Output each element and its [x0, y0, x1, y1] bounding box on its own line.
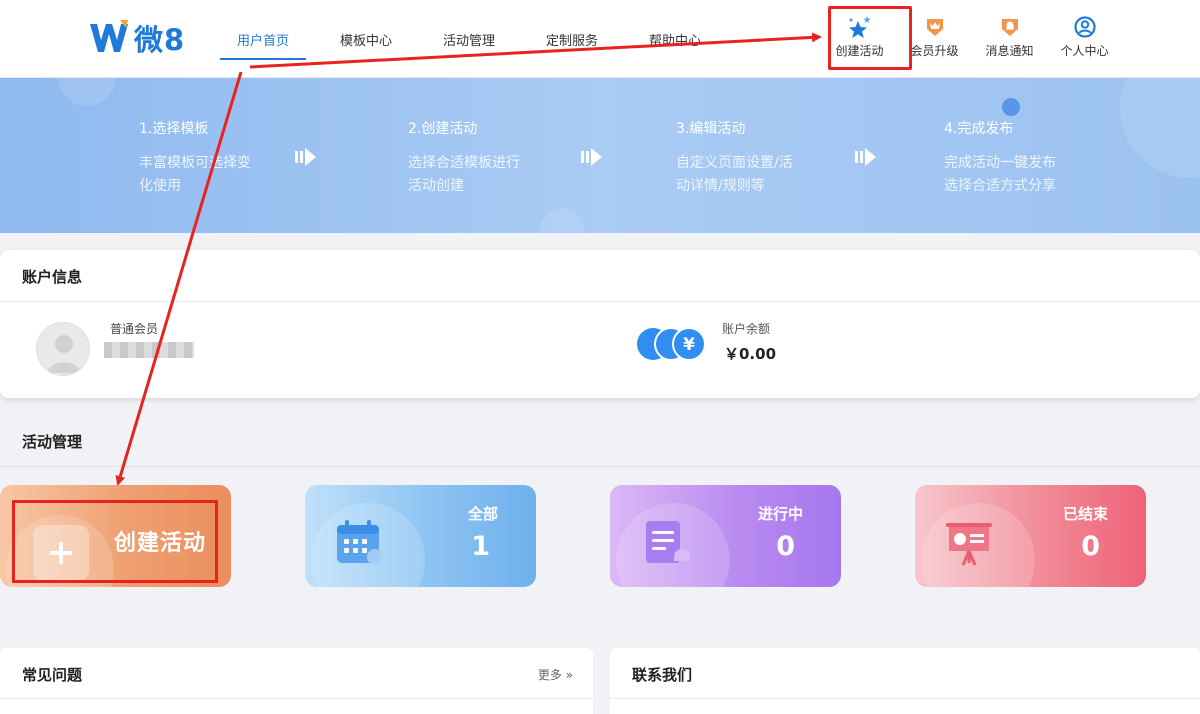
step-title: 4.完成发布 [944, 121, 1014, 137]
all-label: 全部 [467, 505, 498, 523]
personal-center-label: 个人中心 [1060, 44, 1109, 58]
divider [0, 301, 1200, 302]
default-avatar-icon [47, 335, 81, 373]
activity-management-title: 活动管理 [22, 433, 83, 451]
stars-icon [847, 14, 873, 40]
step-title: 2.创建活动 [408, 121, 478, 137]
contact-title: 联系我们 [632, 666, 693, 684]
contact-panel: 联系我们 [610, 648, 1200, 714]
divider [0, 698, 593, 699]
ongoing-label: 进行中 [757, 505, 803, 523]
balance-value: ￥0.00 [724, 345, 777, 363]
member-upgrade-label: 会员升级 [910, 44, 959, 58]
account-info-title: 账户信息 [22, 268, 83, 286]
avatar[interactable] [36, 322, 90, 376]
divider [0, 466, 1200, 467]
double-arrow-right-icon [855, 148, 876, 166]
ended-count: 0 [1081, 531, 1100, 562]
step-title: 3.编辑活动 [676, 121, 746, 137]
main-nav: 用户首页 模板中心 活动管理 定制服务 帮助中心 [220, 0, 710, 78]
step-desc: 完成活动一键发布选择合适方式分享 [944, 155, 1056, 194]
balance-label: 账户余额 [722, 322, 771, 336]
step-desc: 丰富模板可选择变化使用 [139, 155, 251, 194]
all-count: 1 [471, 531, 490, 562]
user-circle-icon [1072, 14, 1098, 40]
logo[interactable]: 微8 [88, 16, 185, 60]
divider [610, 698, 1200, 699]
all-activities-tile[interactable]: 全部 1 [305, 485, 536, 587]
logo-w-icon [90, 20, 128, 52]
crown-badge-icon [922, 14, 948, 40]
step-desc: 选择合适模板进行活动创建 [408, 155, 520, 194]
logo-text: 微8 [134, 23, 186, 57]
account-info-card: 账户信息 [0, 250, 1200, 398]
nav-activity-management[interactable]: 活动管理 [434, 0, 504, 78]
ongoing-count: 0 [776, 531, 795, 562]
member-type: 普通会员 [110, 322, 159, 336]
svg-text:¥: ¥ [683, 335, 695, 355]
decor-dot [1002, 98, 1020, 116]
document-bell-icon [646, 521, 690, 563]
double-arrow-right-icon [295, 148, 316, 166]
member-upgrade-button[interactable]: 会员升级 [897, 14, 972, 59]
step-1: 1.选择模板 丰富模板可选择变化使用 [139, 118, 259, 198]
ended-label: 已结束 [1062, 505, 1108, 523]
bell-badge-icon [997, 14, 1023, 40]
personal-center-button[interactable]: 个人中心 [1047, 14, 1122, 59]
step-4: 4.完成发布 完成活动一键发布选择合适方式分享 [944, 118, 1064, 198]
step-desc: 自定义页面设置/活动详情/规则等 [676, 155, 793, 194]
coins-icon: ¥ [637, 327, 706, 361]
ended-activities-tile[interactable]: 已结束 0 [915, 485, 1146, 587]
create-activity-tile-label: 创建活动 [114, 531, 207, 556]
decor-circle [1120, 78, 1200, 178]
nav-user-home[interactable]: 用户首页 [220, 0, 306, 78]
faq-title: 常见问题 [22, 666, 83, 684]
create-activity-label: 创建活动 [835, 44, 884, 58]
nav-help-center[interactable]: 帮助中心 [640, 0, 710, 78]
member-name-redacted [104, 342, 194, 358]
decor-circle [58, 78, 116, 106]
step-3: 3.编辑活动 自定义页面设置/活动详情/规则等 [676, 118, 796, 198]
create-activity-button[interactable]: 创建活动 [822, 14, 897, 59]
nav-template-center[interactable]: 模板中心 [331, 0, 401, 78]
step-2: 2.创建活动 选择合适模板进行活动创建 [408, 118, 528, 198]
notifications-button[interactable]: 消息通知 [972, 14, 1047, 59]
plus-icon [33, 525, 89, 581]
step-title: 1.选择模板 [139, 121, 209, 137]
decor-circle [540, 208, 584, 233]
double-arrow-right-icon [581, 148, 602, 166]
top-header: 微8 用户首页 模板中心 活动管理 定制服务 帮助中心 创建活动 会员升级 消息… [0, 0, 1200, 78]
presentation-board-icon [946, 523, 992, 566]
notifications-label: 消息通知 [985, 44, 1034, 58]
faq-more-link[interactable]: 更多 » [538, 666, 573, 683]
steps-banner: 1.选择模板 丰富模板可选择变化使用 2.创建活动 选择合适模板进行活动创建 3… [0, 78, 1200, 233]
calendar-icon [337, 520, 383, 565]
nav-custom-service[interactable]: 定制服务 [537, 0, 607, 78]
faq-panel: 常见问题 更多 » [0, 648, 593, 714]
header-actions: 创建活动 会员升级 消息通知 个人中心 [822, 14, 1122, 59]
ongoing-activities-tile[interactable]: 进行中 0 [610, 485, 841, 587]
